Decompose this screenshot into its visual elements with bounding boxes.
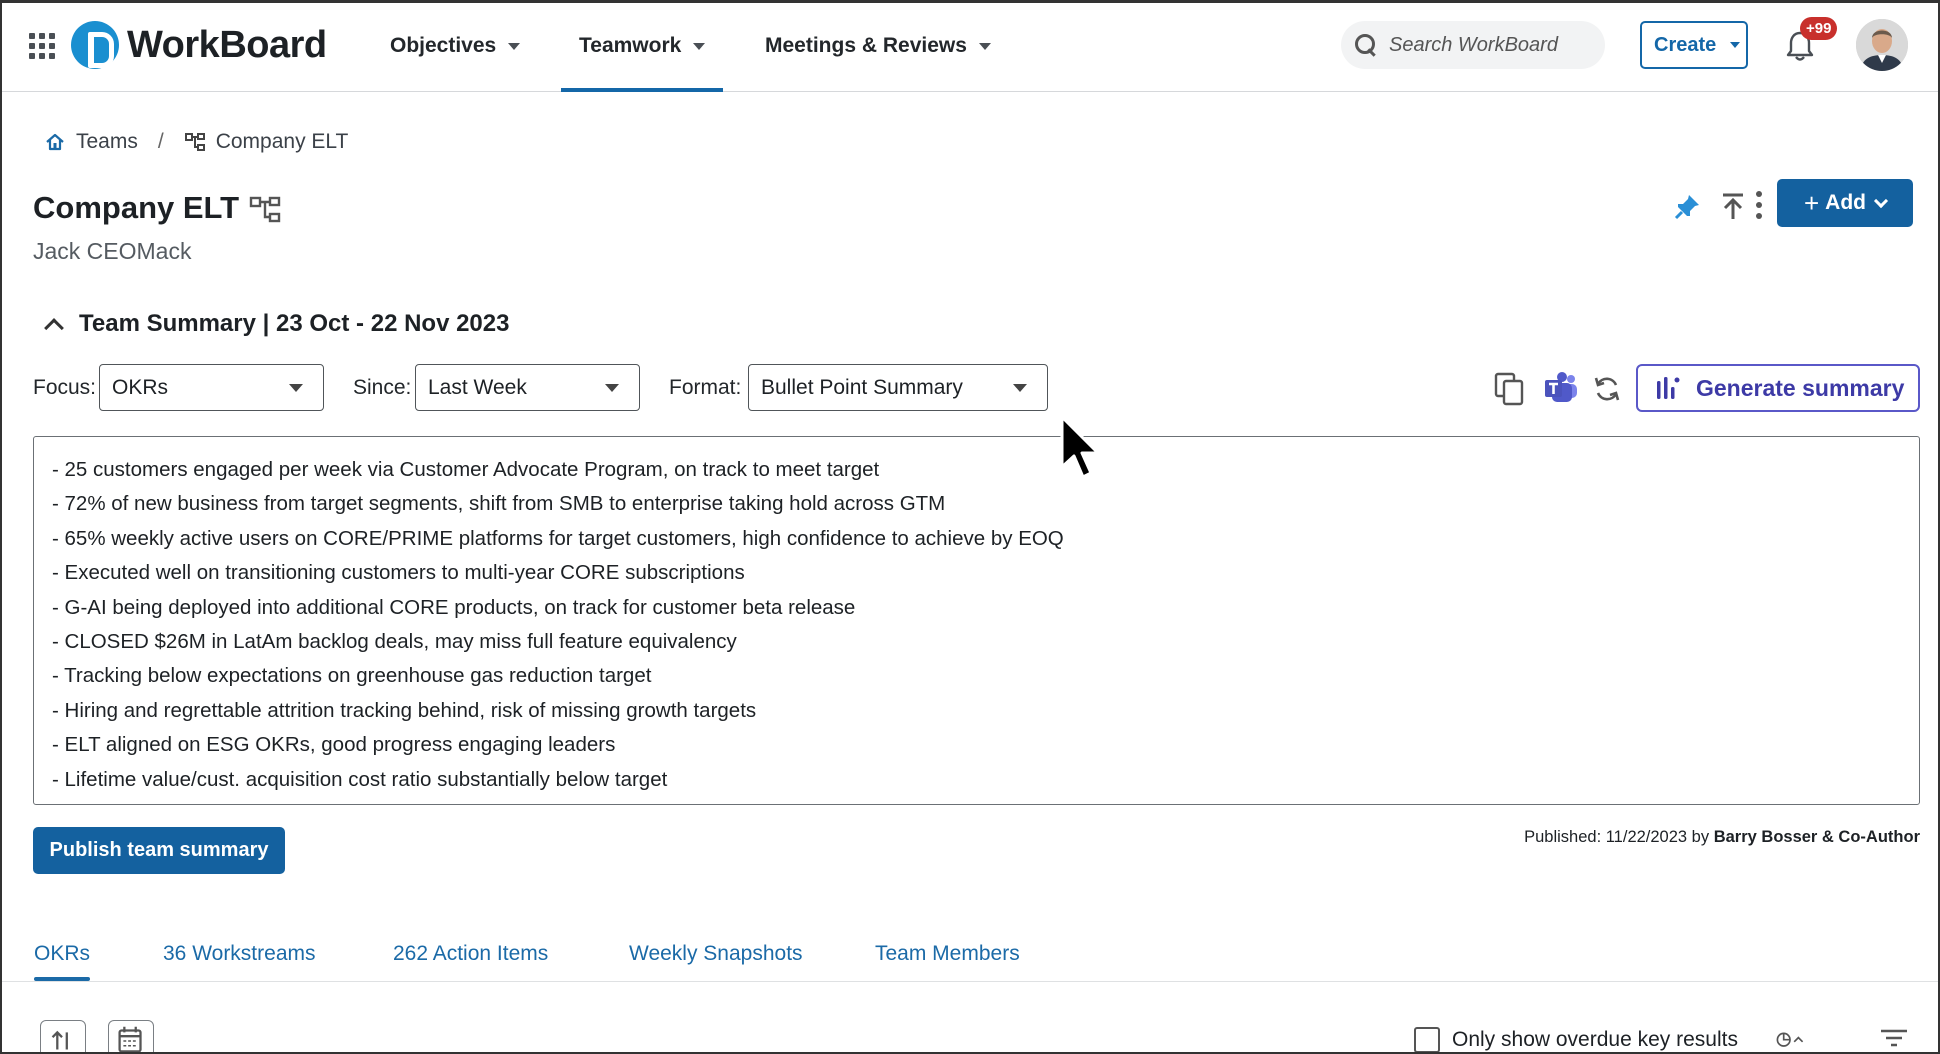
page-title: Company ELT bbox=[33, 190, 240, 225]
summary-line: - Tracking below expectations on greenho… bbox=[52, 664, 652, 688]
summary-line: - Hiring and regrettable attrition track… bbox=[52, 698, 757, 722]
summary-line: - CLOSED $26M in LatAm backlog deals, ma… bbox=[52, 630, 737, 654]
breadcrumb-separator: / bbox=[157, 130, 164, 153]
caret-down-icon bbox=[1730, 42, 1741, 48]
format-label: Format: bbox=[669, 376, 742, 399]
caret-down-icon bbox=[508, 42, 521, 50]
since-label: Since: bbox=[353, 376, 412, 399]
team-owner: Jack CEOMack bbox=[33, 238, 192, 264]
tab-weekly-snapshots[interactable]: Weekly Snapshots bbox=[629, 942, 803, 966]
team-tabs: OKRs 36 Workstreams 262 Action Items Wee… bbox=[0, 930, 1940, 982]
format-select-value: Bullet Point Summary bbox=[761, 375, 963, 399]
sort-icon bbox=[51, 1030, 68, 1050]
move-to-top-icon[interactable] bbox=[1720, 192, 1746, 220]
nav-objectives-label: Objectives bbox=[390, 34, 497, 57]
create-button-label: Create bbox=[1654, 33, 1717, 56]
plus-icon: + bbox=[1803, 187, 1820, 218]
summary-line: - Lifetime value/cust. acquisition cost … bbox=[52, 767, 668, 791]
top-navigation: WorkBoard Objectives Teamwork Meetings &… bbox=[0, 0, 1940, 92]
since-select[interactable]: Last Week bbox=[415, 364, 640, 411]
tab-team-members[interactable]: Team Members bbox=[875, 942, 1020, 966]
workboard-logo[interactable]: WorkBoard bbox=[71, 21, 327, 69]
overdue-checkbox[interactable] bbox=[1414, 1027, 1440, 1053]
org-chart-icon[interactable] bbox=[249, 195, 283, 225]
caret-down-icon bbox=[289, 384, 303, 392]
home-icon bbox=[46, 133, 64, 151]
focus-label: Focus: bbox=[33, 376, 97, 399]
calendar-icon bbox=[118, 1026, 142, 1053]
create-button[interactable]: Create bbox=[1640, 21, 1748, 69]
caret-down-icon bbox=[1013, 384, 1027, 392]
published-authors: Barry Bosser & Co-Author bbox=[1713, 828, 1920, 846]
team-summary-header[interactable]: Team Summary | 23 Oct - 22 Nov 2023 bbox=[44, 310, 510, 338]
overdue-label: Only show overdue key results bbox=[1452, 1028, 1738, 1051]
summary-line: - 65% weekly active users on CORE/PRIME … bbox=[52, 526, 1064, 550]
tab-workstreams[interactable]: 36 Workstreams bbox=[163, 942, 316, 966]
app-name: WorkBoard bbox=[127, 23, 327, 66]
sort-button[interactable] bbox=[40, 1020, 86, 1054]
summary-line: - G-AI being deployed into additional CO… bbox=[52, 595, 856, 619]
nav-meetings-label: Meetings & Reviews bbox=[765, 34, 967, 57]
generate-summary-label: Generate summary bbox=[1696, 374, 1905, 401]
nav-meetings-reviews[interactable]: Meetings & Reviews bbox=[765, 0, 991, 92]
summary-line: - ELT aligned on ESG OKRs, good progress… bbox=[52, 733, 616, 757]
summary-line: - 25 customers engaged per week via Cust… bbox=[52, 458, 880, 481]
user-avatar[interactable] bbox=[1856, 19, 1908, 71]
summary-line: - 72% of new business from target segmen… bbox=[52, 492, 946, 516]
filter-icon[interactable] bbox=[1880, 1028, 1908, 1048]
ai-sparkle-icon bbox=[1657, 377, 1680, 399]
caret-down-icon bbox=[693, 42, 706, 50]
search-input[interactable] bbox=[1389, 33, 1589, 57]
breadcrumb: Teams / Company ELT bbox=[44, 130, 348, 154]
nav-teamwork-label: Teamwork bbox=[579, 34, 682, 57]
nav-objectives[interactable]: Objectives bbox=[390, 0, 521, 92]
pie-chart-toggle-icon[interactable] bbox=[1776, 1027, 1804, 1051]
org-chart-icon bbox=[184, 133, 205, 151]
chevron-down-icon bbox=[1873, 193, 1889, 208]
breadcrumb-teams[interactable]: Teams bbox=[76, 130, 138, 154]
generate-summary-button[interactable]: Generate summary bbox=[1636, 364, 1920, 412]
refresh-icon[interactable] bbox=[1592, 374, 1622, 404]
chevron-up-icon[interactable] bbox=[44, 318, 64, 338]
tab-okrs[interactable]: OKRs bbox=[34, 942, 91, 981]
more-options-icon[interactable] bbox=[1754, 191, 1764, 219]
focus-select-value: OKRs bbox=[112, 375, 169, 399]
summary-line: - Executed well on transitioning custome… bbox=[52, 561, 745, 585]
focus-select[interactable]: OKRs bbox=[99, 364, 324, 411]
pin-icon[interactable] bbox=[1672, 192, 1702, 222]
format-select[interactable]: Bullet Point Summary bbox=[748, 364, 1048, 411]
microsoft-teams-icon[interactable] bbox=[1543, 370, 1579, 404]
calendar-button[interactable] bbox=[108, 1020, 154, 1054]
nav-teamwork[interactable]: Teamwork bbox=[560, 0, 724, 92]
caret-down-icon bbox=[978, 42, 991, 50]
summary-text-area[interactable]: - 25 customers engaged per week via Cust… bbox=[33, 436, 1920, 805]
publish-team-summary-button[interactable]: Publish team summary bbox=[33, 827, 285, 874]
breadcrumb-current: Company ELT bbox=[215, 130, 349, 153]
add-button[interactable]: + Add bbox=[1777, 179, 1913, 227]
search-box[interactable] bbox=[1341, 21, 1605, 69]
published-info: Published: 11/22/2023 by Barry Bosser & … bbox=[1524, 828, 1920, 847]
tab-action-items[interactable]: 262 Action Items bbox=[393, 942, 548, 966]
notification-count-badge: +99 bbox=[1800, 17, 1838, 40]
add-button-label: Add bbox=[1825, 191, 1866, 214]
published-date: Published: 11/22/2023 by bbox=[1524, 828, 1710, 846]
search-icon bbox=[1355, 34, 1377, 56]
workboard-logo-icon bbox=[71, 21, 119, 69]
caret-down-icon bbox=[605, 384, 619, 392]
app-grid-icon[interactable] bbox=[29, 33, 55, 59]
team-summary-title: Team Summary | 23 Oct - 22 Nov 2023 bbox=[79, 310, 510, 337]
copy-icon[interactable] bbox=[1494, 372, 1524, 406]
since-select-value: Last Week bbox=[428, 375, 527, 399]
